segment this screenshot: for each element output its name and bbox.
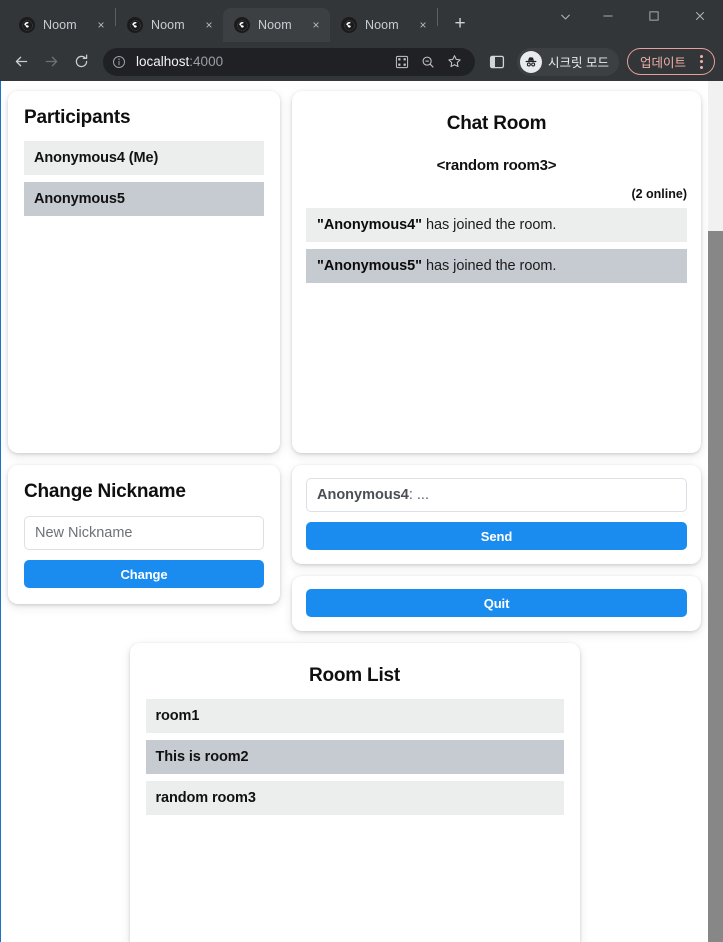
globe-icon: [341, 17, 357, 33]
tab-title: Noom: [258, 18, 304, 32]
quit-button[interactable]: Quit: [306, 589, 687, 617]
forward-arrow-icon[interactable]: [36, 47, 66, 77]
info-icon[interactable]: [112, 55, 128, 69]
right-column: Chat Room <random room3> (2 online) "Ano…: [292, 91, 701, 631]
minimize-icon[interactable]: [585, 0, 631, 32]
scrollbar-thumb[interactable]: [708, 231, 723, 942]
chat-room-name: <random room3>: [306, 157, 687, 174]
tab-divider: [437, 8, 438, 26]
new-tab-button[interactable]: +: [446, 11, 474, 39]
chat-room-panel: Chat Room <random room3> (2 online) "Ano…: [292, 91, 701, 453]
reload-icon[interactable]: [66, 47, 96, 77]
side-panel-icon[interactable]: [483, 48, 511, 76]
globe-icon: [234, 17, 250, 33]
browser-tab-2[interactable]: Noom ×: [116, 8, 223, 42]
participants-panel: Participants Anonymous4 (Me) Anonymous5: [8, 91, 280, 453]
url-path: :4000: [189, 54, 223, 69]
message-input-placeholder-rest: : ...: [409, 487, 429, 503]
tab-strip: Noom × Noom × Noom × Noom × +: [0, 0, 723, 42]
nickname-input[interactable]: New Nickname: [24, 516, 264, 550]
participant-item[interactable]: Anonymous5: [24, 182, 264, 216]
incognito-icon: [520, 51, 542, 73]
room-list-item[interactable]: room1: [146, 699, 564, 733]
incognito-mode-button[interactable]: 시크릿 모드: [517, 48, 619, 76]
room-list-item[interactable]: This is room2: [146, 740, 564, 774]
close-icon[interactable]: ×: [93, 17, 109, 33]
send-button[interactable]: Send: [306, 522, 687, 550]
update-label: 업데이트: [640, 52, 686, 71]
globe-icon: [127, 17, 143, 33]
chat-message-text: has joined the room.: [422, 217, 556, 233]
noom-app: Participants Anonymous4 (Me) Anonymous5 …: [1, 81, 708, 942]
chat-room-title: Chat Room: [306, 113, 687, 135]
online-count: (2 online): [306, 187, 687, 201]
page-viewport: Participants Anonymous4 (Me) Anonymous5 …: [0, 81, 723, 942]
close-icon[interactable]: ×: [201, 17, 217, 33]
top-row: Participants Anonymous4 (Me) Anonymous5 …: [8, 91, 701, 631]
room-list-row: Room List room1 This is room2 random roo…: [8, 643, 701, 942]
room-list-title: Room List: [146, 665, 564, 687]
browser-tab-1[interactable]: Noom ×: [8, 8, 115, 42]
participant-item[interactable]: Anonymous4 (Me): [24, 141, 264, 175]
left-column: Participants Anonymous4 (Me) Anonymous5 …: [8, 91, 280, 631]
message-input[interactable]: Anonymous4: ...: [306, 478, 687, 512]
tab-title: Noom: [43, 18, 89, 32]
globe-icon: [19, 17, 35, 33]
tab-title: Noom: [151, 18, 197, 32]
chevron-down-icon[interactable]: [545, 0, 585, 32]
incognito-label: 시크릿 모드: [548, 52, 609, 71]
chat-message: "Anonymous4" has joined the room.: [306, 208, 687, 242]
browser-toolbar: localhost:4000 시크릿 모드 업데이트: [0, 42, 723, 81]
close-icon[interactable]: ×: [415, 17, 431, 33]
chat-message-text: has joined the room.: [422, 258, 556, 274]
close-icon[interactable]: [677, 0, 723, 32]
url-host: localhost: [136, 54, 189, 69]
participants-title: Participants: [24, 107, 264, 129]
send-message-panel: Anonymous4: ... Send: [292, 465, 701, 564]
chat-message-list: "Anonymous4" has joined the room. "Anony…: [306, 208, 687, 439]
page-scrollbar[interactable]: [708, 81, 723, 942]
browser-window: Noom × Noom × Noom × Noom × +: [0, 0, 723, 942]
chat-message: "Anonymous5" has joined the room.: [306, 249, 687, 283]
room-list-panel: Room List room1 This is room2 random roo…: [130, 643, 580, 942]
update-button[interactable]: 업데이트: [627, 48, 715, 75]
zoom-out-icon[interactable]: [417, 51, 439, 73]
star-icon[interactable]: [443, 51, 465, 73]
url-text: localhost:4000: [136, 54, 387, 69]
change-nickname-title: Change Nickname: [24, 481, 264, 503]
room-list-item[interactable]: random room3: [146, 781, 564, 815]
browser-tab-4[interactable]: Noom ×: [330, 8, 437, 42]
change-nickname-panel: Change Nickname New Nickname Change: [8, 465, 280, 604]
maximize-icon[interactable]: [631, 0, 677, 32]
kebab-menu-icon[interactable]: [692, 55, 710, 69]
back-arrow-icon[interactable]: [6, 47, 36, 77]
chat-message-author: "Anonymous4": [317, 217, 422, 233]
address-bar[interactable]: localhost:4000: [103, 48, 475, 76]
tab-title: Noom: [365, 18, 411, 32]
close-icon[interactable]: ×: [308, 17, 324, 33]
message-input-placeholder-name: Anonymous4: [317, 487, 409, 503]
window-controls: [545, 0, 723, 42]
qr-code-icon[interactable]: [391, 51, 413, 73]
chat-message-author: "Anonymous5": [317, 258, 422, 274]
quit-panel: Quit: [292, 576, 701, 631]
change-nickname-button[interactable]: Change: [24, 560, 264, 588]
browser-tab-3-active[interactable]: Noom ×: [223, 8, 330, 42]
